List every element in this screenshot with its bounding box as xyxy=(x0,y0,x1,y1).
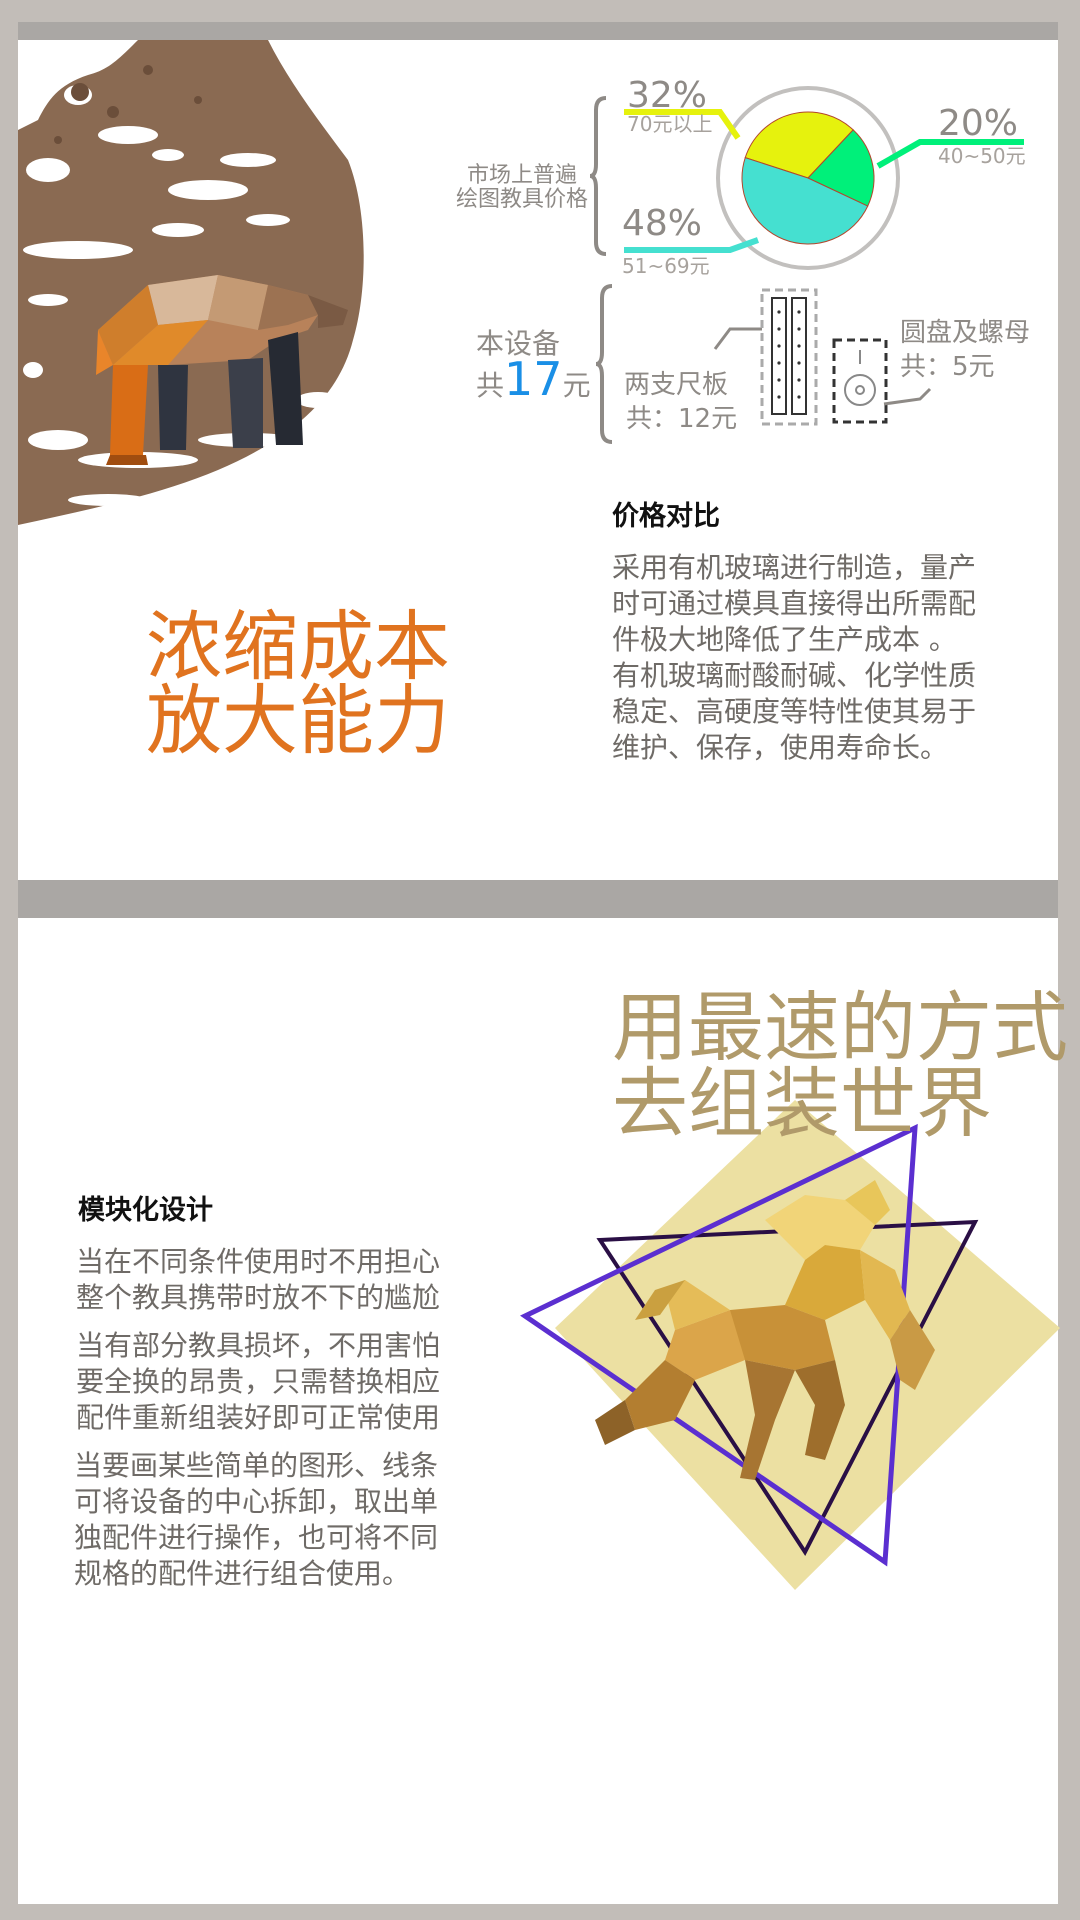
device-price: 共17元 xyxy=(476,352,591,406)
top-divider xyxy=(18,22,1058,40)
paragraph-line: 有机玻璃耐酸耐碱、化学性质 xyxy=(612,659,977,692)
disc-label: 圆盘及螺母 xyxy=(900,318,1031,348)
paragraph-line: 独配件进行操作，也可将不同 xyxy=(74,1521,439,1554)
modular-paragraph-1: 当在不同条件使用时不用担心 整个教具携带时放不下的尴尬 xyxy=(76,1244,476,1316)
rulers-info: 两支尺板 共：12元 xyxy=(624,368,737,436)
bear-illustration xyxy=(18,40,364,525)
paragraph-line: 时可通过模具直接得出所需配 xyxy=(612,587,977,620)
price-comparison-paragraph: 采用有机玻璃进行制造，量产 时可通过模具直接得出所需配 件极大地降低了生产成本 … xyxy=(612,550,1032,766)
slogan-line-1: 浓缩成本 xyxy=(146,602,450,691)
pie-callout-48: 48% 51~69元 xyxy=(622,203,710,278)
device-price-value: 17 xyxy=(504,352,563,406)
slogan-assemble: 用最速的方式 去组装世界 xyxy=(612,990,1068,1142)
paragraph-line: 配件重新组装好即可正常使用 xyxy=(76,1401,441,1434)
slogan-line-2: 去组装世界 xyxy=(612,1059,992,1148)
slogan-line-2: 放大能力 xyxy=(146,676,450,765)
pie-pct-3: 48% xyxy=(622,203,703,244)
modular-paragraph-3: 当要画某些简单的图形、线条 可将设备的中心拆卸，取出单 独配件进行操作，也可将不… xyxy=(74,1448,474,1592)
paragraph-line: 件极大地降低了生产成本 。 xyxy=(612,623,957,656)
pie-callout-20: 20% 40~50元 xyxy=(938,103,1026,168)
paragraph-line: 当在不同条件使用时不用担心 xyxy=(76,1245,441,1278)
disc-price: 共：5元 xyxy=(900,352,995,382)
price-comparison-heading: 价格对比 xyxy=(612,501,720,532)
paragraph-line: 当有部分教具损坏，不用害怕 xyxy=(76,1329,441,1362)
modular-paragraph-2: 当有部分教具损坏，不用害怕 要全换的昂贵，只需替换相应 配件重新组装好即可正常使… xyxy=(76,1328,476,1436)
market-price-label: 市场上普遍 绘图教具价格 xyxy=(456,164,588,212)
slogan-cost: 浓缩成本 放大能力 xyxy=(146,602,450,765)
pie-range-2: 40~50元 xyxy=(938,144,1026,168)
pie-callout-32: 32% 70元以上 xyxy=(627,75,713,136)
paragraph-line: 采用有机玻璃进行制造，量产 xyxy=(612,551,977,584)
rulers-label: 两支尺板 xyxy=(624,370,729,400)
disc-info: 圆盘及螺母 共：5元 xyxy=(900,316,1030,384)
paragraph-line: 规格的配件进行组合使用。 xyxy=(74,1557,411,1590)
market-brace-icon xyxy=(590,96,607,256)
paragraph-line: 当要画某些简单的图形、线条 xyxy=(74,1449,439,1482)
pie-range-3: 51~69元 xyxy=(622,254,710,278)
device-price-prefix: 共 xyxy=(476,369,505,402)
paragraph-line: 可将设备的中心拆卸，取出单 xyxy=(74,1485,439,1518)
modular-heading: 模块化设计 xyxy=(78,1195,213,1226)
pie-range-1: 70元以上 xyxy=(627,112,713,136)
paragraph-line: 稳定、高硬度等特性使其易于 xyxy=(612,695,977,728)
section-divider xyxy=(18,880,1058,918)
device-price-suffix: 元 xyxy=(562,369,591,402)
rulers-price: 共：12元 xyxy=(626,404,738,434)
market-label-line-1: 市场上普遍 xyxy=(467,163,578,188)
paragraph-line: 整个教具携带时放不下的尴尬 xyxy=(76,1281,441,1314)
paragraph-line: 要全换的昂贵，只需替换相应 xyxy=(76,1365,441,1398)
pie-pct-2: 20% xyxy=(938,103,1019,144)
market-label-line-2: 绘图教具价格 xyxy=(456,187,589,212)
device-brace-icon xyxy=(596,284,613,444)
paragraph-line: 维护、保存，使用寿命长。 xyxy=(612,731,949,764)
pie-pct-1: 32% xyxy=(627,75,708,116)
slogan-line-1: 用最速的方式 xyxy=(612,983,1068,1072)
